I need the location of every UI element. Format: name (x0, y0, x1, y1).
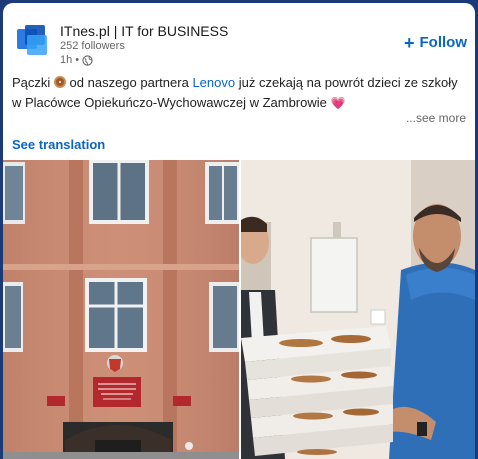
post-text: Pączki od naszego partnera Lenovo już cz… (12, 73, 467, 113)
follow-button[interactable]: + Follow (403, 32, 468, 53)
post-text-part1: Pączki (12, 75, 51, 90)
brand-link-lenovo[interactable]: Lenovo (192, 75, 235, 90)
post-card: ITnes.pl | IT for BUSINESS 252 followers… (3, 3, 475, 459)
follower-count: 252 followers (60, 40, 125, 52)
follow-label: Follow (419, 34, 468, 51)
donut-icon (53, 76, 66, 88)
globe-icon (82, 54, 93, 66)
post-meta: 1h • (60, 54, 93, 66)
building-facade-photo[interactable] (3, 160, 239, 459)
heart-icon: 💗 (330, 96, 346, 110)
meta-separator: • (75, 54, 80, 66)
post-text-part2: od naszego partnera (69, 75, 189, 90)
company-name[interactable]: ITnes.pl | IT for BUSINESS (60, 23, 228, 39)
see-more-link[interactable]: ...see more (406, 111, 466, 125)
see-translation-link[interactable]: See translation (12, 137, 105, 152)
post-time: 1h (60, 54, 73, 66)
men-with-donut-boxes-photo[interactable] (241, 160, 475, 459)
post-header: ITnes.pl | IT for BUSINESS 252 followers… (3, 3, 475, 67)
post-images[interactable] (3, 160, 475, 459)
plus-icon: + (403, 32, 415, 53)
company-logo-icon[interactable] (15, 23, 49, 57)
